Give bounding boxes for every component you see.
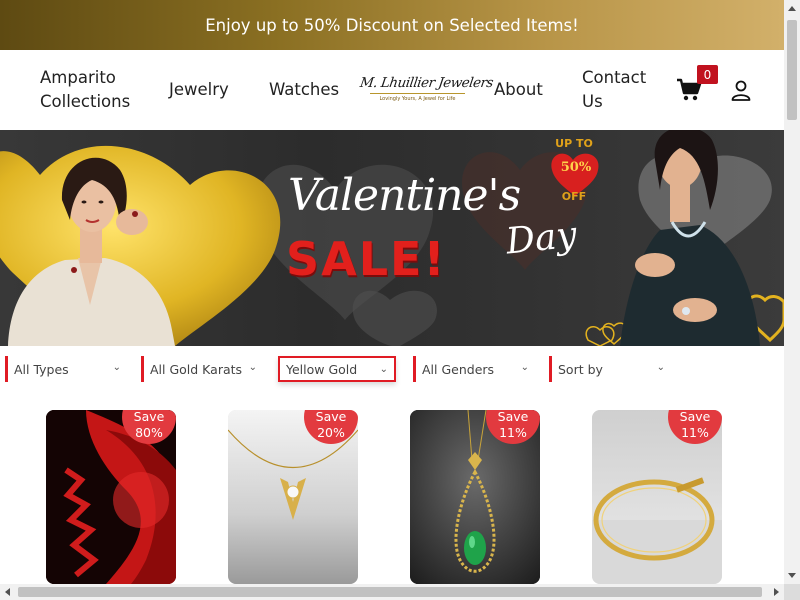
nav-amparito-collections[interactable]: Amparito Collections xyxy=(40,66,150,114)
filter-gender-label: All Genders xyxy=(422,361,495,377)
scroll-left-arrow-icon[interactable] xyxy=(5,588,10,596)
promo-up-to: UP TO xyxy=(555,137,593,150)
logo-tagline: Lovingly Yours, A Jewel for Life xyxy=(379,96,456,102)
nav-contact-line2: Us xyxy=(582,92,603,111)
nav-about[interactable]: About xyxy=(494,78,543,102)
nav-contact-line1: Contact xyxy=(582,68,647,87)
user-account-icon[interactable] xyxy=(729,78,753,102)
announcement-text: Enjoy up to 50% Discount on Selected Ite… xyxy=(205,15,579,35)
announcement-bar: Enjoy up to 50% Discount on Selected Ite… xyxy=(0,0,784,50)
filter-gold-color-select[interactable]: Yellow Gold ⌄ xyxy=(278,356,396,382)
cart-count-badge: 0 xyxy=(697,65,718,84)
badge-save-percent: 11% xyxy=(499,425,527,440)
badge-save-label: Save xyxy=(315,410,347,424)
horizontal-scroll-thumb[interactable] xyxy=(18,587,762,597)
horizontal-scrollbar[interactable] xyxy=(0,584,784,600)
filter-bar: All Types ⌄ All Gold Karats ⌄ Yellow Gol… xyxy=(0,346,784,390)
chevron-down-icon: ⌄ xyxy=(112,362,121,373)
filter-gold-color-label: Yellow Gold xyxy=(286,361,358,377)
filter-type-label: All Types xyxy=(14,361,69,377)
nav-watches[interactable]: Watches xyxy=(269,78,339,102)
scroll-right-arrow-icon[interactable] xyxy=(774,588,779,596)
badge-save-label: Save xyxy=(497,410,529,424)
logo-script-text: M. Lhuillier Jewelers xyxy=(358,75,495,91)
badge-save-label: Save xyxy=(679,410,711,424)
badge-save-label: Save xyxy=(133,410,165,424)
vertical-scrollbar[interactable] xyxy=(784,0,800,584)
scroll-down-arrow-icon[interactable] xyxy=(788,573,796,578)
nav-jewelry[interactable]: Jewelry xyxy=(169,78,229,102)
badge-save-percent: 11% xyxy=(681,425,709,440)
filter-type-select[interactable]: All Types ⌄ xyxy=(5,356,127,382)
filter-sort-select[interactable]: Sort by ⌄ xyxy=(549,356,671,382)
chevron-down-icon: ⌄ xyxy=(656,362,665,373)
hero-sale-text: SALE! xyxy=(286,232,447,286)
product-card[interactable]: Save 11% xyxy=(592,410,722,584)
scroll-up-arrow-icon[interactable] xyxy=(788,6,796,11)
filter-gender-select[interactable]: All Genders ⌄ xyxy=(413,356,535,382)
hero-banner[interactable]: UP TO 50% OFF Valentine's SALE! Day xyxy=(0,130,784,346)
badge-save-percent: 80% xyxy=(135,425,163,440)
filter-karat-select[interactable]: All Gold Karats ⌄ xyxy=(141,356,263,382)
promo-off: OFF xyxy=(561,190,587,203)
filter-sort-label: Sort by xyxy=(558,361,603,377)
hero-day-text: Day xyxy=(504,214,579,263)
product-card[interactable]: Save 80% xyxy=(46,410,176,584)
nav-contact-us[interactable]: Contact Us xyxy=(582,66,662,114)
filter-karat-label: All Gold Karats xyxy=(150,361,243,377)
vertical-scroll-thumb[interactable] xyxy=(787,20,797,120)
chevron-down-icon: ⌄ xyxy=(520,362,529,373)
product-card[interactable]: Save 11% xyxy=(410,410,540,584)
badge-save-percent: 20% xyxy=(317,425,345,440)
hero-valentines-text: Valentine's xyxy=(288,170,521,221)
chevron-down-icon: ⌄ xyxy=(248,362,257,373)
main-nav: Amparito Collections Jewelry Watches M. … xyxy=(0,50,784,130)
scrollbar-corner xyxy=(784,584,800,600)
promo-percent: 50% xyxy=(560,160,592,175)
brand-logo[interactable]: M. Lhuillier Jewelers Lovingly Yours, A … xyxy=(358,75,495,120)
nav-amparito-line1: Amparito xyxy=(40,68,116,87)
product-card[interactable]: Save 20% xyxy=(228,410,358,584)
nav-amparito-line2: Collections xyxy=(40,92,131,111)
chevron-down-icon: ⌄ xyxy=(379,364,388,375)
logo-underline xyxy=(370,93,465,94)
